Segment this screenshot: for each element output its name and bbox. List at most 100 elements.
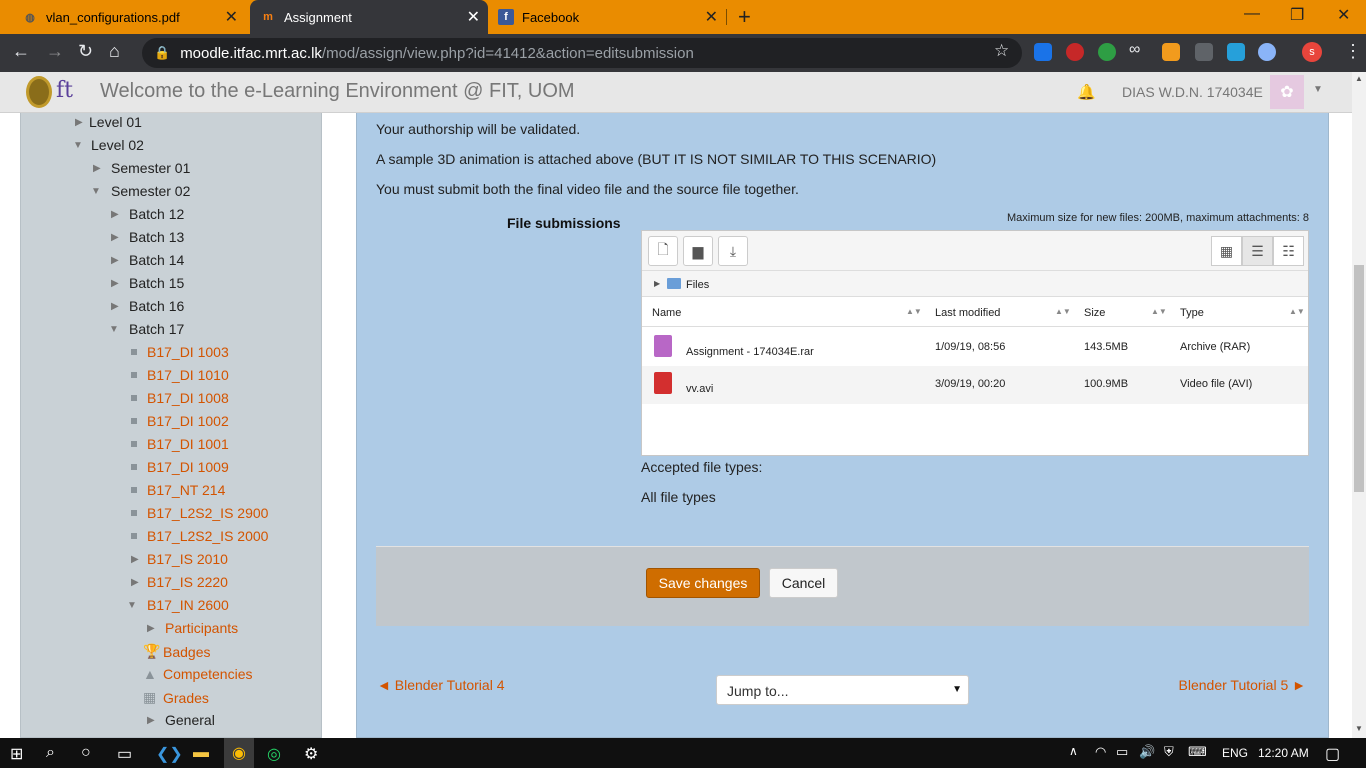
sidebar-course-link[interactable]: B17_NT 214 [131,482,225,498]
extension-icon[interactable] [1227,43,1245,61]
whatsapp-icon[interactable]: ◎ [267,744,281,764]
sidebar-item-grades[interactable]: ▦ Grades [143,689,209,706]
sidebar-course-link[interactable]: B17_DI 1009 [131,459,229,475]
sidebar-item-batch-14[interactable]: ▶ Batch 14 [111,252,184,268]
column-type[interactable]: Type [1180,307,1204,319]
wifi-icon[interactable]: ◠ [1095,744,1106,760]
university-logo[interactable] [26,76,52,108]
sidebar-item-level-01[interactable]: ▶ Level 01 [75,114,142,130]
chevron-down-icon[interactable]: ▼ [1313,84,1323,95]
extension-icon[interactable] [1098,43,1116,61]
restore-icon[interactable]: ❐ [1290,5,1304,25]
sidebar-course-link[interactable]: ▼ B17_IN 2600 [127,597,229,613]
sidebar-item-batch-12[interactable]: ▶ Batch 12 [111,206,184,222]
jump-to-select[interactable]: Jump to... ▼ [716,675,969,705]
column-name[interactable]: Name [652,307,681,319]
clock[interactable]: 12:20 AM [1258,746,1309,760]
user-name[interactable]: DIAS W.D.N. 174034E [1122,84,1263,100]
avatar[interactable]: ✿ [1270,75,1304,109]
extension-icon[interactable] [1258,43,1276,61]
sort-icon[interactable]: ▲▼ [1151,307,1167,316]
extension-icon[interactable] [1162,43,1180,61]
sidebar-item-badges[interactable]: 🏆 Badges [143,643,210,660]
sidebar-course-link[interactable]: B17_DI 1002 [131,413,229,429]
bookmark-star-icon[interactable]: ☆ [994,41,1009,61]
file-manager[interactable]: 🗋 ▆ ⤓ ▦ ☰ ☷ ▶ Files Name ▲▼ Last modifie… [641,230,1309,456]
sidebar-item-participants[interactable]: ▶ Participants [147,620,238,636]
tab-assignment[interactable]: m Assignment ✕ [250,0,488,34]
menu-kebab-icon[interactable]: ⋮ [1344,41,1362,62]
sidebar-course-link[interactable]: B17_DI 1003 [131,344,229,360]
infinity-extension-icon[interactable]: ∞ [1129,41,1140,59]
home-icon[interactable]: ⌂ [109,41,120,62]
view-icons-button[interactable]: ▦ [1211,236,1242,266]
cancel-button[interactable]: Cancel [769,568,838,598]
address-bar[interactable]: 🔒 moodle.itfac.mrt.ac.lk /mod/assign/vie… [142,38,1022,68]
keyboard-icon[interactable]: ⌨ [1188,744,1207,760]
table-row[interactable]: Assignment - 174034E.rar 1/09/19, 08:56 … [642,328,1308,366]
notification-bell-icon[interactable]: 🔔 [1077,83,1096,101]
sidebar-item-batch-17[interactable]: ▼ Batch 17 [109,321,184,337]
forward-icon[interactable]: → [46,41,64,62]
tab-pdf[interactable]: ◍ vlan_configurations.pdf ✕ [0,0,246,34]
search-icon[interactable]: ⌕ [46,744,55,762]
chevron-up-icon[interactable]: ∧ [1069,744,1078,758]
reload-icon[interactable]: ↻ [78,41,93,62]
expand-icon[interactable]: ▶ [654,279,660,288]
back-icon[interactable]: ← [12,41,30,62]
extension-icon[interactable] [1034,43,1052,61]
file-name[interactable]: Assignment - 174034E.rar [686,346,814,358]
sidebar-item-level-02[interactable]: ▼ Level 02 [73,137,144,153]
profile-avatar[interactable]: s [1302,42,1322,62]
close-window-icon[interactable]: ✕ [1337,5,1350,25]
scroll-down-icon[interactable]: ▼ [1355,724,1363,733]
language-indicator[interactable]: ENG [1222,746,1248,760]
sort-icon[interactable]: ▲▼ [1055,307,1071,316]
file-explorer-icon[interactable]: ▬ [193,744,209,762]
table-row[interactable]: vv.avi 3/09/19, 00:20 100.9MB Video file… [642,366,1308,404]
sidebar-course-link[interactable]: ▶ B17_IS 2010 [131,551,228,567]
save-button[interactable]: Save changes [646,568,760,598]
sidebar-course-link[interactable]: ▶ B17_IS 2220 [131,574,228,590]
download-all-button[interactable]: ⤓ [718,236,748,266]
create-folder-button[interactable]: ▆ [683,236,713,266]
sidebar-item-batch-13[interactable]: ▶ Batch 13 [111,229,184,245]
add-file-button[interactable]: 🗋 [648,236,678,266]
chrome-icon[interactable]: ◉ [224,738,254,768]
next-activity-link[interactable]: Blender Tutorial 5 ► [1179,677,1306,693]
sidebar-item-general[interactable]: ▶ General [147,712,215,728]
sidebar-course-link[interactable]: B17_L2S2_IS 2900 [131,505,268,521]
tab-facebook[interactable]: f Facebook ✕ [488,0,726,34]
site-name[interactable]: Welcome to the e-Learning Environment @ … [100,80,575,103]
task-view-icon[interactable]: ▭ [117,744,132,764]
sidebar-course-link[interactable]: B17_L2S2_IS 2000 [131,528,268,544]
sidebar-course-link[interactable]: B17_DI 1001 [131,436,229,452]
windows-start-icon[interactable]: ⊞ [10,744,23,764]
sidebar-item-competencies[interactable]: ▲ Competencies [143,666,253,682]
column-last-modified[interactable]: Last modified [935,307,1000,319]
battery-icon[interactable]: ▭ [1116,744,1128,760]
scrollbar-thumb[interactable] [1354,265,1364,492]
sidebar-course-link[interactable]: B17_DI 1008 [131,390,229,406]
extension-icon[interactable] [1066,43,1084,61]
view-list-button[interactable]: ☰ [1242,236,1273,266]
close-tab-icon[interactable]: ✕ [225,7,238,27]
sort-icon[interactable]: ▲▼ [1289,307,1305,316]
minimize-icon[interactable]: — [1244,5,1260,23]
settings-gear-icon[interactable]: ⚙ [304,744,318,764]
extension-icon[interactable] [1195,43,1213,61]
notifications-icon[interactable]: ▢ [1325,744,1340,764]
cortana-icon[interactable]: ○ [81,744,91,762]
path-label[interactable]: Files [686,279,709,291]
sidebar-course-link[interactable]: B17_DI 1010 [131,367,229,383]
close-tab-icon[interactable]: ✕ [467,7,480,27]
security-shield-icon[interactable]: ⛨ [1164,744,1174,760]
column-size[interactable]: Size [1084,307,1105,319]
sort-icon[interactable]: ▲▼ [906,307,922,316]
volume-icon[interactable]: 🔊 [1139,744,1155,760]
page-scrollbar[interactable]: ▲ ▼ [1352,72,1366,738]
close-tab-icon[interactable]: ✕ [705,7,718,27]
vscode-icon[interactable]: ❮❯ [156,744,183,764]
view-tree-button[interactable]: ☷ [1273,236,1304,266]
file-name[interactable]: vv.avi [686,383,713,395]
